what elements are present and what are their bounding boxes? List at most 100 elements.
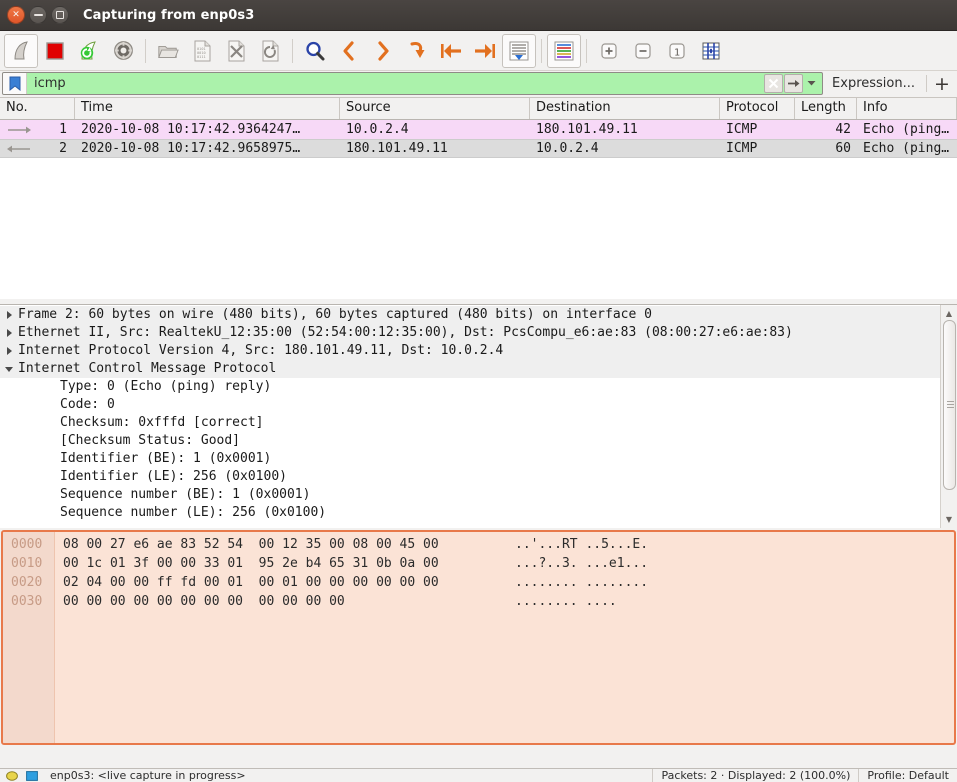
packet-list-pane[interactable]: No. Time Source Destination Protocol Length In… [0,98,957,299]
detail-tree-item[interactable]: Internet Control Message Protocol [0,360,940,378]
go-to-last-button[interactable] [468,34,502,68]
detail-item-label: Type: 0 (Echo (ping) reply) [60,379,272,394]
detail-tree-item[interactable]: Internet Protocol Version 4, Src: 180.10… [0,342,940,360]
clear-filter-button[interactable] [764,74,784,93]
detail-tree-item[interactable]: Identifier (LE): 256 (0x0100) [0,468,940,486]
packet-details-tree[interactable]: Frame 2: 60 bytes on wire (480 bits), 60… [0,305,940,528]
bookmark-icon [9,76,20,91]
restart-capture-button[interactable] [72,34,106,68]
status-cell: Packets: 2 · Displayed: 2 (100.0%) [652,769,858,782]
hex-line[interactable]: 08 00 27 e6 ae 83 52 54 00 12 35 00 08 0… [55,535,954,554]
detail-tree-item[interactable]: Checksum: 0xfffd [correct] [0,414,940,432]
detail-tree-item[interactable]: Ethernet II, Src: RealtekU_12:35:00 (52:… [0,324,940,342]
arrow-right-icon [6,125,40,135]
scrollbar-track[interactable] [942,320,956,513]
scrollbar-thumb[interactable] [942,320,956,490]
expert-info-icon[interactable] [24,770,40,782]
add-filter-button-tab[interactable]: + [929,72,955,95]
packet-length-cell: 42 [835,122,851,137]
status-right-cells: Packets: 2 · Displayed: 2 (100.0%) Profil… [652,769,957,782]
packet-details-scrollbar[interactable]: ▲ ▼ [940,305,957,528]
save-file-button[interactable]: 0101 0010 0111 [185,34,219,68]
filter-bookmark-button[interactable] [3,73,27,94]
hex-ascii: ........ ........ [515,575,649,590]
display-filter-input[interactable] [27,73,765,94]
minimize-button[interactable] [29,6,47,24]
expand-triangle-icon[interactable] [0,347,18,355]
colorize-button[interactable] [547,33,581,68]
packet-destination-cell: 10.0.2.4 [536,141,599,156]
main-toolbar: 0101 0010 0111 1 [0,31,957,71]
auto-scroll-button[interactable] [502,33,536,68]
detail-tree-item[interactable]: Sequence number (LE): 256 (0x0100) [0,504,940,522]
packet-list-header[interactable]: No. Time Source Destination Protocol Length In… [0,98,957,120]
resize-columns-button[interactable] [694,34,728,68]
search-icon [306,41,325,60]
filter-history-dropdown-button[interactable] [804,74,819,93]
scroll-up-icon[interactable]: ▲ [943,307,956,320]
packet-details-pane[interactable]: Frame 2: 60 bytes on wire (480 bits), 60… [0,304,957,528]
go-to-first-button[interactable] [434,34,468,68]
hex-bytes-column[interactable]: 08 00 27 e6 ae 83 52 54 00 12 35 00 08 0… [55,532,954,743]
hex-line[interactable]: 00 00 00 00 00 00 00 00 00 00 00 00.....… [55,592,954,611]
hex-offset: 0010 [11,556,43,571]
filter-expression-button[interactable]: Expression... [823,72,924,95]
find-packet-button[interactable] [298,34,332,68]
detail-tree-item[interactable]: [Checksum Status: Good] [0,432,940,450]
detail-tree-item[interactable]: Identifier (BE): 1 (0x0001) [0,450,940,468]
display-filter-input-wrapper[interactable] [2,72,824,95]
apply-filter-button[interactable] [784,74,804,93]
zoom-reset-button[interactable]: 1 [660,34,694,68]
packet-length-cell: 60 [835,141,851,156]
table-row[interactable]: 1 2020-10-08 10:17:42.9364247… 10.0.2.4 180… [0,120,957,139]
packet-number: 2 [59,141,67,156]
maximize-button[interactable] [51,6,69,24]
hex-ascii: ...?..3. ...e1... [515,556,649,571]
detail-tree-item[interactable]: Code: 0 [0,396,940,414]
hex-line[interactable]: 02 04 00 00 ff fd 00 01 00 01 00 00 00 0… [55,573,954,592]
detail-tree-item[interactable]: Sequence number (BE): 1 (0x0001) [0,486,940,504]
column-header-length[interactable]: Length [795,98,857,119]
status-bar: enp0s3: <live capture in progress> Packe… [0,768,957,782]
capture-status-icon[interactable] [4,770,20,782]
expert-indicator-icon [26,770,38,781]
column-header-no[interactable]: No. [0,98,75,119]
close-file-button[interactable] [219,34,253,68]
scroll-down-icon[interactable]: ▼ [943,513,956,526]
packet-list-rows[interactable]: 1 2020-10-08 10:17:42.9364247… 10.0.2.4 180… [0,120,957,158]
go-forward-button[interactable] [366,34,400,68]
detail-tree-item[interactable]: Type: 0 (Echo (ping) reply) [0,378,940,396]
zoom-in-button[interactable] [592,34,626,68]
open-file-button[interactable] [151,34,185,68]
go-to-packet-button[interactable] [400,34,434,68]
collapse-triangle-icon[interactable] [0,367,18,372]
table-row[interactable]: 2 2020-10-08 10:17:42.9658975… 180.101.49.… [0,139,957,158]
column-header-destination[interactable]: Destination [530,98,720,119]
detail-item-label: Internet Protocol Version 4, Src: 180.10… [18,343,504,358]
clear-filter-icon [768,78,779,89]
detail-item-label: Frame 2: 60 bytes on wire (480 bits), 60… [18,307,652,322]
close-button[interactable]: ✕ [7,6,25,24]
packet-bytes-pane[interactable]: 0000 0010 0020 0030 08 00 27 e6 ae 83 52 54… [1,530,956,745]
go-back-button[interactable] [332,34,366,68]
status-left-text: enp0s3: <live capture in progress> [50,769,246,782]
scrollbar-grip [946,401,954,408]
close-document-icon [228,40,244,61]
capture-options-button[interactable] [106,34,140,68]
column-header-source[interactable]: Source [340,98,530,119]
expand-triangle-icon[interactable] [0,329,18,337]
expand-triangle-icon[interactable] [0,311,18,319]
detail-tree-item[interactable]: Frame 2: 60 bytes on wire (480 bits), 60… [0,306,940,324]
column-header-info[interactable]: Info [857,98,957,119]
column-header-time[interactable]: Time [75,98,340,119]
hex-line[interactable]: 00 1c 01 3f 00 00 33 01 95 2e b4 65 31 0… [55,554,954,573]
zoom-out-button[interactable] [626,34,660,68]
start-capture-button[interactable] [4,33,38,68]
reload-file-button[interactable] [253,34,287,68]
stop-capture-button[interactable] [38,34,72,68]
packet-no-cell: 1 [0,122,75,137]
apply-filter-icon [787,80,800,87]
column-header-protocol[interactable]: Protocol [720,98,795,119]
detail-item-label: Checksum: 0xfffd [correct] [60,415,264,430]
hex-offset: 0030 [11,594,43,609]
